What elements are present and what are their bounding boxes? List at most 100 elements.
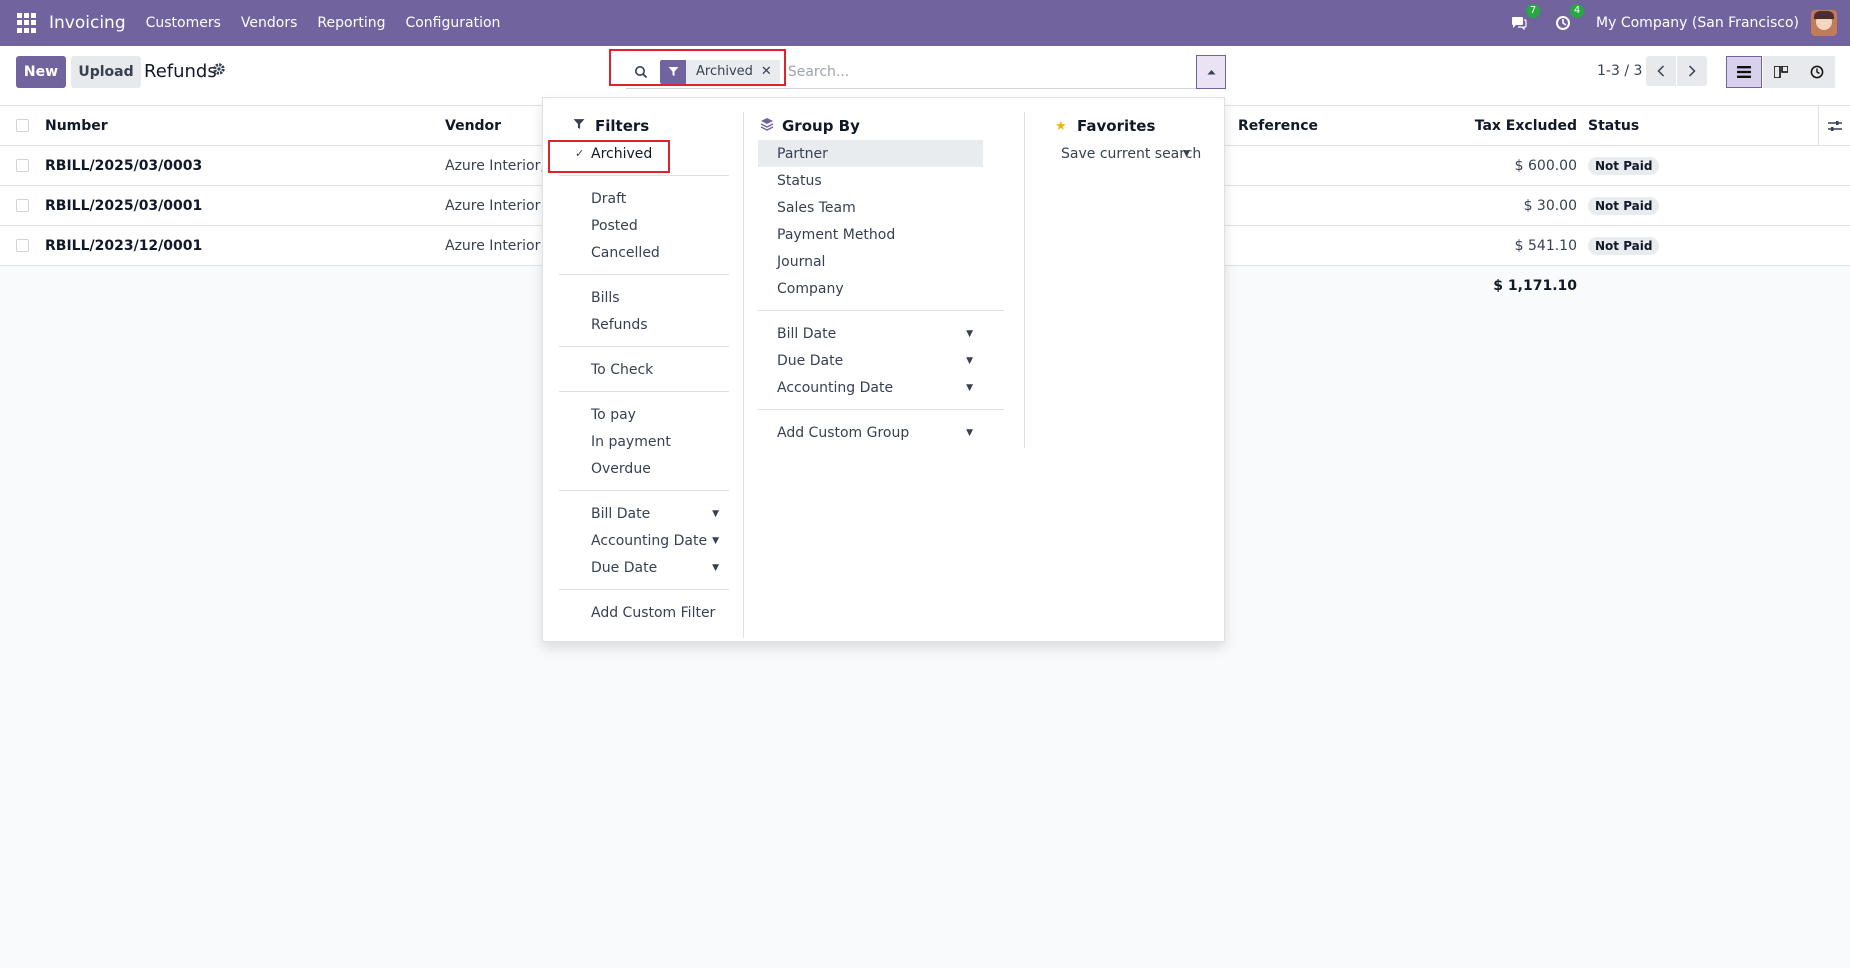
add-custom-group-label: Add Custom Group: [777, 424, 910, 441]
highlight-box-archived: [548, 140, 670, 173]
page-title: Refunds: [144, 61, 217, 82]
filter-accounting-date-label: Accounting Date: [591, 532, 708, 549]
group-by-section: Group By Partner Status Sales Team Payme…: [743, 112, 1004, 638]
upload-button[interactable]: Upload: [71, 56, 141, 88]
header-vendor[interactable]: Vendor: [445, 106, 501, 145]
caret-down-icon: ▼: [712, 562, 719, 573]
divider: [559, 274, 729, 275]
favorites-title: ★ Favorites: [1025, 112, 1214, 140]
group-payment-method[interactable]: Payment Method: [758, 221, 983, 248]
status-badge: Not Paid: [1588, 236, 1660, 255]
group-company[interactable]: Company: [758, 275, 983, 302]
filter-in-payment[interactable]: In payment: [559, 428, 729, 455]
row-number: RBILL/2025/03/0001: [45, 197, 203, 214]
group-bill-date[interactable]: Bill Date ▼: [758, 320, 983, 347]
user-avatar[interactable]: [1811, 10, 1837, 36]
save-current-search[interactable]: Save current search ▼: [1025, 140, 1214, 167]
row-tax-excluded: $ 600.00: [1514, 157, 1577, 174]
activities-badge: 4: [1570, 4, 1585, 18]
filter-accounting-date[interactable]: Accounting Date ▼: [559, 527, 729, 554]
row-number: RBILL/2023/12/0001: [45, 237, 203, 254]
divider: [559, 490, 729, 491]
filter-posted[interactable]: Posted: [559, 212, 729, 239]
star-icon: ★: [1055, 118, 1067, 134]
filter-to-check[interactable]: To Check: [559, 356, 729, 383]
filters-section: Filters Archived Draft Posted Cancelled …: [559, 112, 729, 626]
header-tax-excluded[interactable]: Tax Excluded: [1475, 106, 1577, 145]
group-journal[interactable]: Journal: [758, 248, 983, 275]
group-accounting-date[interactable]: Accounting Date ▼: [758, 374, 983, 401]
new-button[interactable]: New: [16, 56, 66, 88]
caret-down-icon: ▼: [712, 508, 719, 519]
header-reference[interactable]: Reference: [1238, 106, 1318, 145]
activities-icon[interactable]: 4: [1552, 4, 1585, 34]
filter-bills[interactable]: Bills: [559, 284, 729, 311]
messages-icon[interactable]: 7: [1508, 4, 1541, 34]
row-status: Not Paid: [1588, 226, 1660, 265]
favorites-section: ★ Favorites Save current search ▼: [1024, 112, 1214, 448]
caret-down-icon: ▼: [1183, 148, 1190, 159]
systray: 7 4 My Company (San Francisco): [1508, 0, 1850, 46]
menu-reporting[interactable]: Reporting: [307, 15, 395, 31]
filter-draft[interactable]: Draft: [559, 185, 729, 212]
filters-title: Filters: [559, 112, 729, 140]
divider: [758, 409, 1004, 410]
chevron-left-icon[interactable]: [1646, 56, 1676, 86]
add-custom-filter[interactable]: Add Custom Filter: [559, 599, 729, 626]
save-current-search-label: Save current search: [1061, 145, 1202, 162]
filter-bill-date[interactable]: Bill Date ▼: [559, 500, 729, 527]
search-input[interactable]: [787, 63, 1196, 80]
pager-value[interactable]: 1-3 / 3: [1597, 63, 1642, 79]
filter-cancelled[interactable]: Cancelled: [559, 239, 729, 266]
filter-due-date-label: Due Date: [591, 559, 658, 576]
filter-to-pay[interactable]: To pay: [559, 401, 729, 428]
messages-badge: 7: [1526, 4, 1541, 18]
row-number: RBILL/2025/03/0003: [45, 157, 203, 174]
caret-down-icon: ▼: [966, 382, 973, 393]
divider: [559, 391, 729, 392]
caret-down-icon: ▼: [966, 427, 973, 438]
divider: [559, 346, 729, 347]
optional-columns-icon[interactable]: [1818, 106, 1850, 146]
company-switcher[interactable]: My Company (San Francisco): [1596, 15, 1799, 31]
activity-view-icon[interactable]: [1799, 56, 1835, 88]
row-checkbox[interactable]: [16, 199, 29, 212]
group-partner[interactable]: Partner: [758, 140, 983, 167]
menu-customers[interactable]: Customers: [136, 15, 231, 31]
divider: [559, 589, 729, 590]
group-sales-team[interactable]: Sales Team: [758, 194, 983, 221]
caret-down-icon: ▼: [966, 355, 973, 366]
row-vendor: Azure Interior: [445, 237, 541, 254]
list-view-icon[interactable]: [1726, 56, 1762, 88]
favorites-title-label: Favorites: [1077, 117, 1156, 135]
status-badge: Not Paid: [1588, 156, 1660, 175]
filter-due-date[interactable]: Due Date ▼: [559, 554, 729, 581]
caret-down-icon: ▼: [712, 535, 719, 546]
tax-excluded-total: $ 1,171.10: [1493, 278, 1577, 294]
row-status: Not Paid: [1588, 186, 1660, 225]
header-status[interactable]: Status: [1588, 106, 1639, 145]
row-tax-excluded: $ 30.00: [1523, 197, 1577, 214]
divider: [758, 310, 1004, 311]
apps-menu-icon[interactable]: [17, 13, 37, 33]
row-checkbox[interactable]: [16, 239, 29, 252]
group-due-date[interactable]: Due Date ▼: [758, 347, 983, 374]
filter-bill-date-label: Bill Date: [591, 505, 651, 522]
add-custom-group[interactable]: Add Custom Group ▼: [758, 419, 983, 446]
filter-overdue[interactable]: Overdue: [559, 455, 729, 482]
kanban-view-icon[interactable]: [1763, 56, 1799, 88]
row-checkbox[interactable]: [16, 159, 29, 172]
search-panel-toggle[interactable]: [1196, 55, 1226, 89]
select-all-checkbox[interactable]: [16, 119, 29, 132]
group-status[interactable]: Status: [758, 167, 983, 194]
filter-refunds[interactable]: Refunds: [559, 311, 729, 338]
header-number[interactable]: Number: [45, 106, 108, 145]
filter-icon: [573, 118, 595, 134]
chevron-right-icon[interactable]: [1677, 56, 1707, 86]
row-tax-excluded: $ 541.10: [1514, 237, 1577, 254]
app-name[interactable]: Invoicing: [49, 13, 126, 33]
gear-icon[interactable]: [212, 62, 226, 80]
menu-configuration[interactable]: Configuration: [395, 15, 510, 31]
highlight-box-search: [609, 49, 786, 86]
menu-vendors[interactable]: Vendors: [231, 15, 307, 31]
